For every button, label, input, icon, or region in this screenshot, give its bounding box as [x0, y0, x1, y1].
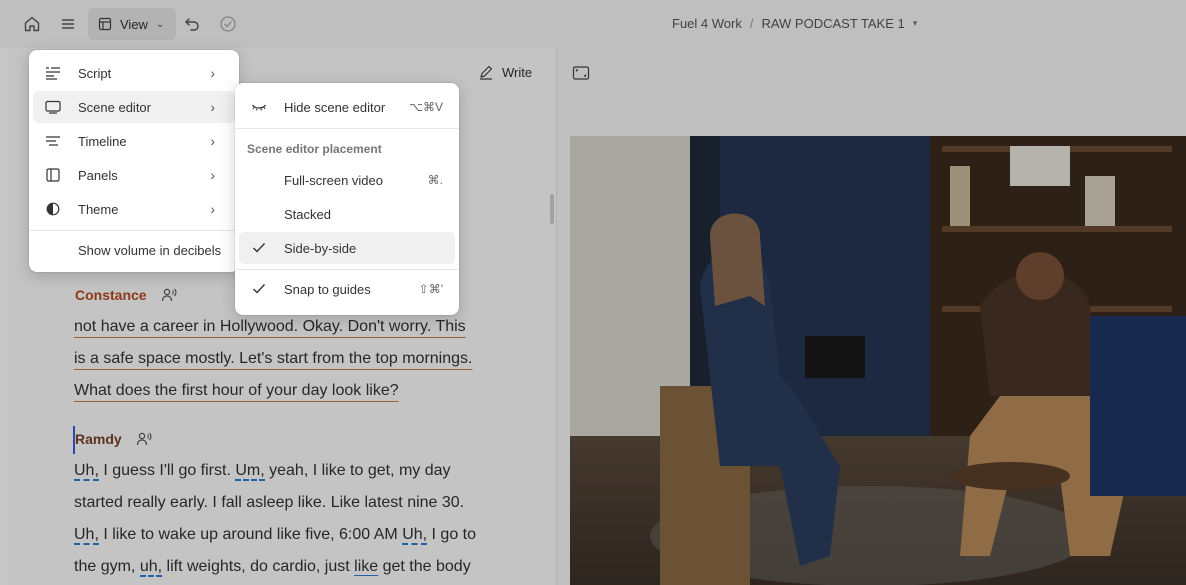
script-icon	[45, 65, 61, 81]
shortcut-hint: ⌥⌘V	[409, 100, 443, 114]
eye-closed-icon	[251, 99, 267, 115]
menu-item-label: Panels	[78, 167, 118, 183]
scene-editor-submenu: Hide scene editor ⌥⌘V Scene editor place…	[235, 83, 459, 315]
shortcut-hint: ⌘.	[427, 173, 443, 187]
menu-item-timeline[interactable]: Timeline ›	[33, 125, 235, 157]
chevron-right-icon: ›	[210, 133, 215, 149]
menu-separator	[235, 128, 459, 129]
menu-item-label: Hide scene editor	[284, 99, 386, 115]
menu-item-panels[interactable]: Panels ›	[33, 159, 235, 191]
menu-item-label: Timeline	[78, 133, 127, 149]
chevron-right-icon: ›	[210, 99, 215, 115]
view-dropdown-menu: Script › Scene editor › Timeline › Panel…	[29, 50, 239, 272]
menu-item-label: Stacked	[284, 206, 331, 222]
menu-item-label: Show volume in decibels	[78, 242, 222, 258]
timeline-icon	[45, 133, 61, 149]
shortcut-hint: ⇧⌘'	[418, 282, 443, 296]
menu-item-side-by-side[interactable]: Side-by-side	[239, 232, 455, 264]
menu-item-label: Side-by-side	[284, 240, 357, 256]
menu-item-label: Snap to guides	[284, 281, 371, 297]
checkmark-icon	[251, 281, 267, 297]
menu-item-full-screen-video[interactable]: Full-screen video ⌘.	[239, 164, 455, 196]
menu-item-stacked[interactable]: Stacked	[239, 198, 455, 230]
menu-item-show-volume-decibels[interactable]: Show volume in decibels	[33, 234, 235, 266]
menu-item-label: Full-screen video	[284, 172, 383, 188]
menu-item-theme[interactable]: Theme ›	[33, 193, 235, 225]
theme-icon	[45, 201, 61, 217]
chevron-right-icon: ›	[210, 65, 215, 81]
chevron-right-icon: ›	[210, 201, 215, 217]
checkmark-icon	[251, 240, 267, 256]
menu-section-heading: Scene editor placement	[247, 142, 382, 156]
panels-icon	[45, 167, 61, 183]
menu-separator	[29, 230, 239, 231]
scene-editor-icon	[45, 99, 61, 115]
menu-separator	[235, 269, 459, 270]
menu-item-label: Scene editor	[78, 99, 151, 115]
menu-item-snap-to-guides[interactable]: Snap to guides ⇧⌘'	[239, 273, 455, 305]
menu-item-scene-editor[interactable]: Scene editor ›	[33, 91, 235, 123]
menu-item-script[interactable]: Script ›	[33, 57, 235, 89]
chevron-right-icon: ›	[210, 167, 215, 183]
menu-item-hide-scene-editor[interactable]: Hide scene editor ⌥⌘V	[239, 91, 455, 123]
menu-item-label: Theme	[78, 201, 119, 217]
menu-item-label: Script	[78, 65, 112, 81]
